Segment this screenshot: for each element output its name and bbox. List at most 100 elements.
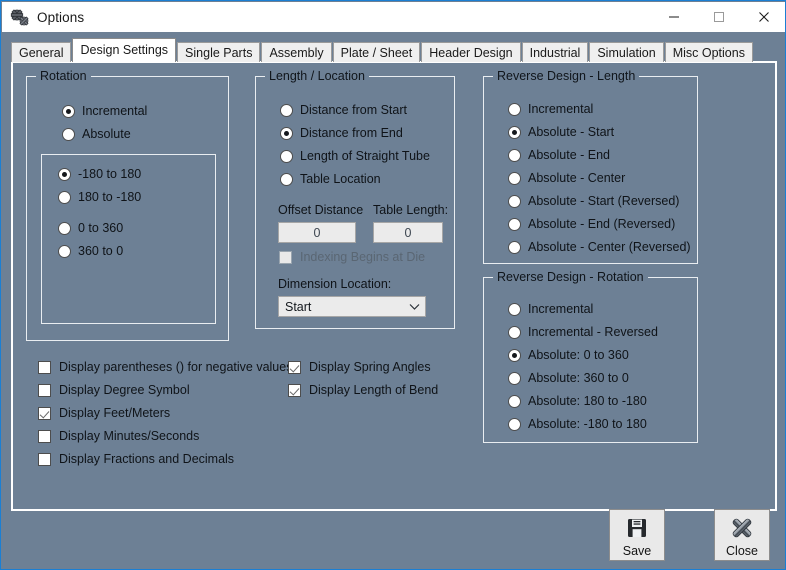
radio-dot-icon: [508, 240, 521, 254]
radio-rotation-incremental[interactable]: Incremental: [62, 104, 147, 118]
minimize-button[interactable]: [651, 2, 696, 32]
radio-rev-length-absolute-end[interactable]: Absolute - End: [508, 148, 610, 162]
tab-single-parts[interactable]: Single Parts: [177, 42, 261, 62]
checkbox-display-parentheses[interactable]: Display parentheses () for negative valu…: [38, 360, 292, 374]
checkbox-display-fractions-decimals[interactable]: Display Fractions and Decimals: [38, 452, 234, 466]
radio-rev-rot-absolute-neg180-180[interactable]: Absolute: -180 to 180: [508, 417, 647, 431]
tab-misc-options[interactable]: Misc Options: [664, 42, 753, 62]
radio-label: 0 to 360: [78, 221, 124, 235]
radio-rev-rot-absolute-360-0[interactable]: Absolute: 360 to 0: [508, 371, 629, 385]
radio-dot-icon: [508, 371, 521, 385]
x-mark-icon: [729, 513, 755, 543]
radio-length-of-straight-tube[interactable]: Length of Straight Tube: [280, 149, 430, 163]
close-window-button[interactable]: [741, 2, 785, 32]
radio-label: Absolute - End (Reversed): [528, 217, 676, 231]
radio-rev-rot-incremental-reversed[interactable]: Incremental - Reversed: [508, 325, 658, 339]
checkbox-display-feet-meters[interactable]: Display Feet/Meters: [38, 406, 170, 420]
radio-rev-length-absolute-start[interactable]: Absolute - Start: [508, 125, 614, 139]
radio-dot-icon: [508, 394, 521, 408]
checkbox-indexing-begins-at-die[interactable]: Indexing Begins at Die: [279, 250, 425, 264]
radio-dot-icon: [508, 348, 521, 362]
checkbox-display-spring-angles[interactable]: Display Spring Angles: [288, 360, 431, 374]
tab-industrial[interactable]: Industrial: [521, 42, 589, 62]
checkbox-display-length-of-bend[interactable]: Display Length of Bend: [288, 383, 438, 397]
design-settings-panel: Rotation Incremental Absolute -180 to 18…: [11, 61, 777, 511]
radio-label: Absolute: 360 to 0: [528, 371, 629, 385]
tab-strip[interactable]: General Design Settings Single Parts Ass…: [11, 38, 754, 62]
tab-assembly[interactable]: Assembly: [261, 42, 332, 62]
radio-distance-from-start[interactable]: Distance from Start: [280, 103, 407, 117]
radio-label: Absolute - Start (Reversed): [528, 194, 680, 208]
close-button-label: Close: [726, 543, 758, 558]
tab-design-settings[interactable]: Design Settings: [72, 38, 177, 62]
radio-dot-icon: [62, 127, 75, 141]
radio-label: 180 to -180: [78, 190, 142, 204]
radio-dot-icon: [280, 149, 293, 163]
radio-label: Length of Straight Tube: [300, 149, 430, 163]
tab-simulation[interactable]: Simulation: [589, 42, 664, 62]
table-length-label: Table Length:: [373, 203, 449, 217]
table-length-input[interactable]: 0: [373, 222, 443, 243]
radio-range-360-0[interactable]: 360 to 0: [58, 244, 123, 258]
checkbox-display-degree-symbol[interactable]: Display Degree Symbol: [38, 383, 190, 397]
dimension-location-dropdown[interactable]: Start: [278, 296, 426, 317]
minimize-icon: [668, 16, 679, 18]
radio-label: Incremental: [82, 104, 148, 118]
radio-label: Incremental: [528, 302, 594, 316]
radio-rev-length-absolute-start-reversed[interactable]: Absolute - Start (Reversed): [508, 194, 679, 208]
chevron-down-icon: [403, 303, 425, 311]
tab-header-design[interactable]: Header Design: [421, 42, 521, 62]
checkbox-box-icon: [38, 360, 51, 374]
save-button-label: Save: [622, 543, 652, 558]
radio-range-180-neg180[interactable]: 180 to -180: [58, 190, 141, 204]
maximize-button[interactable]: [696, 2, 741, 32]
reverse-rotation-group-legend: Reverse Design - Rotation: [493, 270, 648, 284]
radio-label: Distance from Start: [300, 103, 407, 117]
radio-rev-rot-absolute-0-360[interactable]: Absolute: 0 to 360: [508, 348, 629, 362]
radio-dot-icon: [508, 194, 521, 208]
reverse-design-length-group: Reverse Design - Length Incremental Abso…: [483, 69, 698, 264]
radio-label: Incremental - Reversed: [528, 325, 658, 339]
checkbox-label: Display Fractions and Decimals: [59, 452, 235, 466]
radio-dot-icon: [58, 244, 71, 258]
save-button[interactable]: Save: [609, 509, 665, 561]
tab-plate-sheet[interactable]: Plate / Sheet: [332, 42, 421, 62]
radio-range-neg180-180[interactable]: -180 to 180: [58, 167, 141, 181]
radio-label: Absolute: 180 to -180: [528, 394, 647, 408]
checkbox-label: Display parentheses () for negative valu…: [59, 360, 293, 374]
rotation-group-legend: Rotation: [36, 69, 91, 83]
radio-dot-icon: [58, 221, 71, 235]
radio-rev-rot-incremental[interactable]: Incremental: [508, 302, 593, 316]
close-icon: [758, 12, 769, 22]
reverse-design-rotation-group: Reverse Design - Rotation Incremental In…: [483, 270, 698, 443]
checkbox-label: Indexing Begins at Die: [300, 250, 426, 264]
close-button[interactable]: Close: [714, 509, 770, 561]
radio-rev-length-absolute-center[interactable]: Absolute - Center: [508, 171, 625, 185]
radio-dot-icon: [508, 325, 521, 339]
length-location-group-legend: Length / Location: [265, 69, 369, 83]
radio-dot-icon: [508, 302, 521, 316]
radio-label: Absolute - Center: [528, 171, 626, 185]
radio-range-0-360[interactable]: 0 to 360: [58, 221, 123, 235]
options-dialog-window: Options General Design Settings Single P…: [0, 0, 786, 570]
checkbox-box-icon: [38, 429, 51, 443]
checkbox-display-minutes-seconds[interactable]: Display Minutes/Seconds: [38, 429, 199, 443]
radio-dot-icon: [508, 217, 521, 231]
checkbox-label: Display Length of Bend: [309, 383, 439, 397]
radio-table-location[interactable]: Table Location: [280, 172, 381, 186]
radio-distance-from-end[interactable]: Distance from End: [280, 126, 403, 140]
radio-rev-length-absolute-end-reversed[interactable]: Absolute - End (Reversed): [508, 217, 675, 231]
radio-rev-rot-absolute-180-neg180[interactable]: Absolute: 180 to -180: [508, 394, 647, 408]
radio-rotation-absolute[interactable]: Absolute: [62, 127, 131, 141]
radio-dot-icon: [280, 126, 293, 140]
offset-distance-input[interactable]: 0: [278, 222, 356, 243]
checkbox-box-icon: [279, 250, 292, 264]
radio-label: Absolute: -180 to 180: [528, 417, 647, 431]
radio-rev-length-incremental[interactable]: Incremental: [508, 102, 593, 116]
checkbox-box-icon: [288, 383, 301, 397]
radio-dot-icon: [508, 125, 521, 139]
radio-label: Distance from End: [300, 126, 403, 140]
radio-rev-length-absolute-center-reversed[interactable]: Absolute - Center (Reversed): [508, 240, 691, 254]
tab-general[interactable]: General: [11, 42, 72, 62]
radio-dot-icon: [508, 102, 521, 116]
